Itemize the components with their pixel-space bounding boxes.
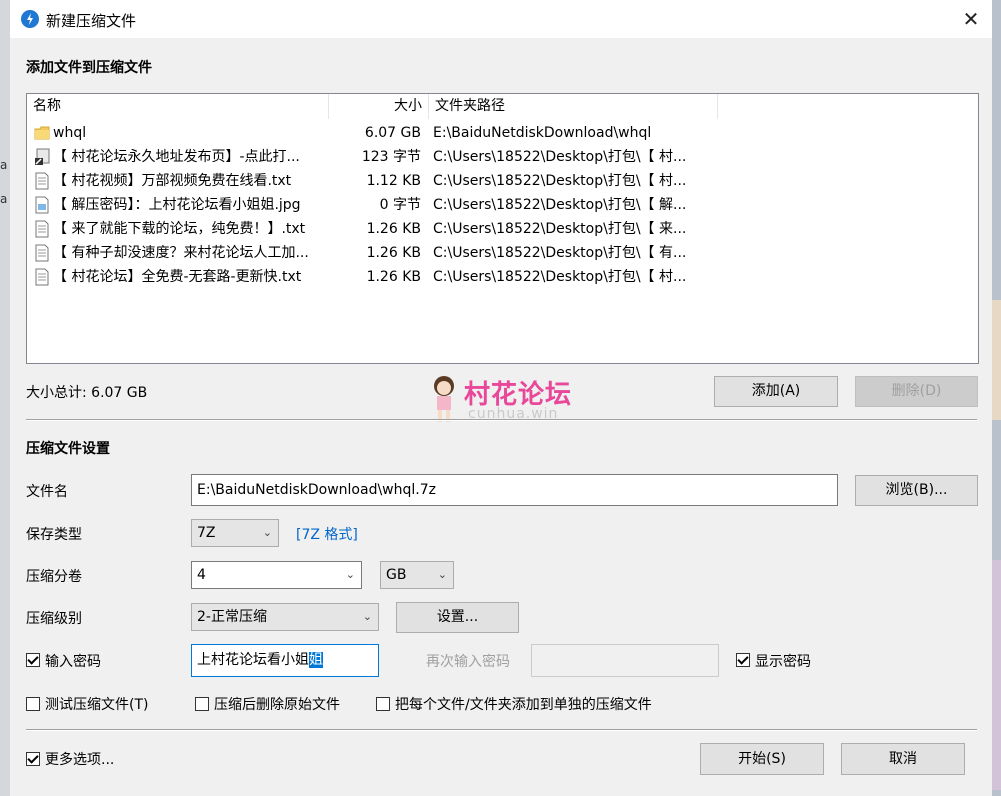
start-button[interactable]: 开始(S) <box>700 743 824 775</box>
desktop-background-left: a a <box>0 0 10 796</box>
text-file-icon <box>34 220 50 238</box>
file-size: 0 字节 <box>379 197 421 213</box>
chevron-down-icon: ⌄ <box>262 526 272 539</box>
file-size: 1.26 KB <box>366 221 421 237</box>
file-name: 【 村花视频】万部视频免费在线看.txt <box>53 173 292 189</box>
file-path: C:\Users\18522\Desktop\打包\【 有... <box>433 245 687 261</box>
test-archive-checkbox[interactable] <box>26 697 40 711</box>
cancel-button[interactable]: 取消 <box>841 743 965 775</box>
file-row[interactable]: 【 村花视频】万部视频免费在线看.txt 1.12 KB C:\Users\1852… <box>27 169 978 193</box>
column-name[interactable]: 名称 <box>27 94 329 119</box>
add-files-section-title: 添加文件到压缩文件 <box>26 60 152 76</box>
text-file-icon <box>34 244 50 262</box>
browse-button[interactable]: 浏览(B)... <box>855 475 978 506</box>
show-password-checkbox[interactable] <box>736 653 750 667</box>
delete-after-label[interactable]: 压缩后删除原始文件 <box>214 694 340 714</box>
chevron-down-icon: ⌄ <box>437 568 447 581</box>
archive-settings-section-title: 压缩文件设置 <box>26 441 110 457</box>
compression-level-select[interactable]: 2-正常压缩 ⌄ <box>191 603 379 631</box>
password-checkbox-label[interactable]: 输入密码 <box>45 651 101 671</box>
compression-level-label: 压缩级别 <box>26 611 82 627</box>
file-size: 6.07 GB <box>364 125 421 141</box>
app-logo-icon <box>21 10 39 28</box>
split-unit-value: GB <box>386 567 407 583</box>
new-archive-dialog: 新建压缩文件 ✕ 添加文件到压缩文件 名称 大小 文件夹路径 whql 6.07 … <box>10 0 992 796</box>
separate-archives-checkbox[interactable] <box>376 697 390 711</box>
file-name: 【 解压密码】：上村花论坛看小姐姐.jpg <box>53 197 301 213</box>
password-text: 上村花论坛看小姐 <box>197 652 309 668</box>
format-link[interactable]: [7Z 格式] <box>296 524 358 544</box>
more-options-checkbox[interactable] <box>26 752 40 766</box>
test-archive-label[interactable]: 测试压缩文件(T) <box>45 694 148 714</box>
chevron-down-icon: ⌄ <box>362 610 372 623</box>
delete-after-checkbox[interactable] <box>195 697 209 711</box>
file-row[interactable]: 【 有种子却没速度？来村花论坛人工加... 1.26 KB C:\Users\185… <box>27 241 978 265</box>
file-name: 【 村花论坛永久地址发布页】-点此打... <box>53 149 300 165</box>
password-input[interactable]: 上村花论坛看小姐姐 <box>191 644 379 677</box>
file-name: 【 有种子却没速度？来村花论坛人工加... <box>53 245 309 261</box>
file-row[interactable]: 【 村花论坛】全免费-无套路-更新快.txt 1.26 KB C:\Users\18… <box>27 265 978 289</box>
repeat-password-label: 再次输入密码 <box>426 654 510 670</box>
column-path[interactable]: 文件夹路径 <box>429 94 718 119</box>
file-path: C:\Users\18522\Desktop\打包\【 解... <box>433 197 687 213</box>
file-size: 1.12 KB <box>366 173 421 189</box>
total-size-label: 大小总计: 6.07 GB <box>26 385 148 401</box>
chevron-down-icon: ⌄ <box>345 568 355 581</box>
split-unit-select[interactable]: GB ⌄ <box>380 561 454 589</box>
filename-input[interactable]: E:\BaiduNetdiskDownload\whql.7z <box>191 474 838 506</box>
password-selected-text: 姐 <box>309 652 323 668</box>
text-file-icon <box>34 172 50 190</box>
window-title: 新建压缩文件 <box>46 12 137 30</box>
file-size: 123 字节 <box>361 149 421 165</box>
file-path: C:\Users\18522\Desktop\打包\【 村... <box>433 149 687 165</box>
compression-level-value: 2-正常压缩 <box>197 609 267 625</box>
save-type-value: 7Z <box>197 525 216 541</box>
file-name: 【 来了就能下载的论坛，纯免费！】.txt <box>53 221 306 237</box>
watermark-girl-icon <box>434 376 454 422</box>
desktop-background-right <box>992 0 1001 796</box>
show-password-label[interactable]: 显示密码 <box>755 651 811 671</box>
column-size[interactable]: 大小 <box>329 94 429 119</box>
file-row[interactable]: whql 6.07 GB E:\BaiduNetdiskDownload\whql <box>27 121 978 145</box>
file-path: C:\Users\18522\Desktop\打包\【 来... <box>433 221 687 237</box>
file-path: C:\Users\18522\Desktop\打包\【 村... <box>433 269 687 285</box>
file-path: E:\BaiduNetdiskDownload\whql <box>433 125 652 141</box>
file-list[interactable]: 名称 大小 文件夹路径 whql 6.07 GB E:\BaiduNetdiskDo… <box>26 93 979 364</box>
text-file-icon <box>34 268 50 286</box>
folder-icon <box>34 124 50 142</box>
save-type-label: 保存类型 <box>26 527 82 543</box>
file-list-header: 名称 大小 文件夹路径 <box>27 94 978 119</box>
file-row[interactable]: 【 来了就能下载的论坛，纯免费！】.txt 1.26 KB C:\Users\185… <box>27 217 978 241</box>
more-options-label[interactable]: 更多选项... <box>45 749 114 769</box>
split-volume-label: 压缩分卷 <box>26 569 82 585</box>
file-name: whql <box>53 125 87 141</box>
separate-archives-label[interactable]: 把每个文件/文件夹添加到单独的压缩文件 <box>395 694 652 714</box>
add-button[interactable]: 添加(A) <box>714 376 838 407</box>
delete-button[interactable]: 删除(D) <box>855 376 978 407</box>
password-checkbox[interactable] <box>26 653 40 667</box>
file-name: 【 村花论坛】全免费-无套路-更新快.txt <box>53 269 302 285</box>
save-type-select[interactable]: 7Z ⌄ <box>191 519 279 547</box>
file-row[interactable]: 【 村花论坛永久地址发布页】-点此打... 123 字节 C:\Users\1852… <box>27 145 978 169</box>
image-file-icon <box>34 196 50 214</box>
file-size: 1.26 KB <box>366 245 421 261</box>
shortcut-icon <box>34 148 50 166</box>
file-size: 1.26 KB <box>366 269 421 285</box>
file-path: C:\Users\18522\Desktop\打包\【 村... <box>433 173 687 189</box>
file-row[interactable]: 【 解压密码】：上村花论坛看小姐姐.jpg 0 字节 C:\Users\18522\… <box>27 193 978 217</box>
title-bar: 新建压缩文件 ✕ <box>10 0 992 38</box>
repeat-password-input[interactable] <box>531 644 719 677</box>
split-volume-combo[interactable]: 4 ⌄ <box>191 561 362 589</box>
filename-label: 文件名 <box>26 484 68 500</box>
split-volume-value: 4 <box>197 567 206 583</box>
close-button[interactable]: ✕ <box>956 4 986 34</box>
settings-button[interactable]: 设置... <box>396 602 519 633</box>
